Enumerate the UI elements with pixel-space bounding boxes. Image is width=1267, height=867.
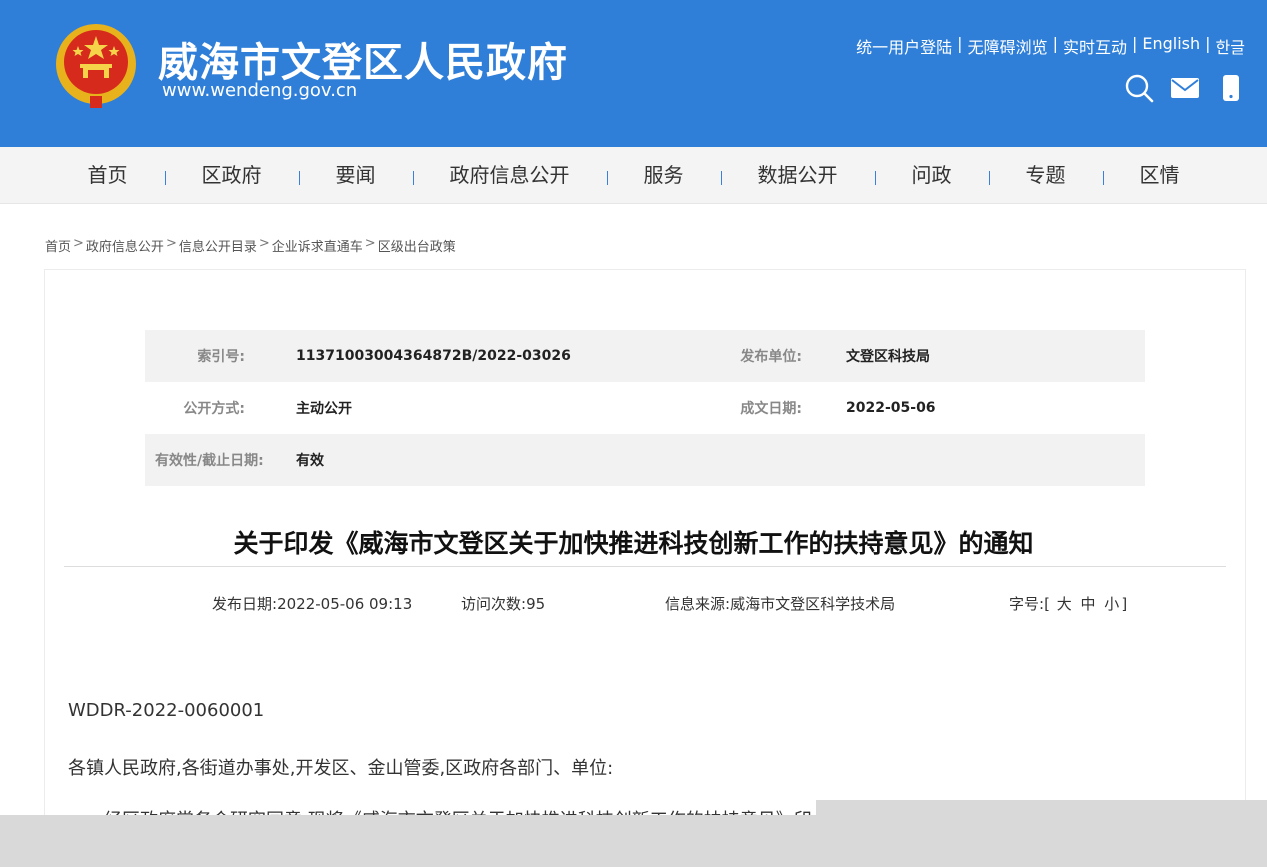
top-links: 统一用户登陆 | 无障碍浏览 | 实时互动 | English | 한글 — [856, 34, 1245, 58]
interaction-link[interactable]: 实时互动 — [1063, 34, 1127, 58]
nav-item-topics[interactable]: 专题 — [988, 147, 1103, 204]
mail-icon[interactable] — [1169, 72, 1201, 104]
breadcrumb: 首页 > 政府信息公开 > 信息公开目录 > 企业诉求直通车 > 区级出台政策 — [45, 236, 456, 255]
nav-item-news[interactable]: 要闻 — [298, 147, 413, 204]
link-separator: | — [1052, 34, 1058, 53]
font-size-bracket-close: ] — [1121, 595, 1128, 613]
link-separator: | — [1131, 34, 1138, 53]
disclosure-method-value: 主动公开 — [296, 401, 352, 417]
title-divider — [64, 566, 1226, 567]
index-number-value: 11371003004364872B/2022-03026 — [296, 348, 571, 364]
validity-label: 有效性/截止日期: — [155, 453, 264, 469]
breadcrumb-info-catalog[interactable]: 信息公开目录 — [179, 236, 257, 255]
info-source: 信息来源:威海市文登区科学技术局 — [665, 593, 895, 614]
main-nav: 首页 区政府 要闻 政府信息公开 服务 数据公开 问政 专题 区情 — [0, 147, 1267, 204]
site-url: www.wendeng.gov.cn — [162, 80, 358, 101]
bottom-overlay — [0, 815, 1267, 867]
document-number: WDDR-2022-0060001 — [68, 700, 265, 721]
nav-item-info-disclosure[interactable]: 政府信息公开 — [412, 147, 607, 204]
korean-link[interactable]: 한글 — [1216, 34, 1245, 58]
breadcrumb-enterprise-channel[interactable]: 企业诉求直通车 — [272, 236, 363, 255]
publisher-value: 文登区科技局 — [846, 349, 930, 365]
national-emblem-icon — [56, 24, 136, 108]
nav-item-open-data[interactable]: 数据公开 — [720, 147, 875, 204]
nav-item-district-info[interactable]: 区情 — [1102, 147, 1217, 204]
nav-item-home[interactable]: 首页 — [51, 147, 165, 204]
breadcrumb-separator: > — [73, 236, 84, 251]
created-date-value: 2022-05-06 — [846, 400, 936, 416]
created-date-label: 成文日期: — [740, 401, 802, 417]
index-number-label: 索引号: — [197, 349, 245, 365]
header-icons — [1123, 72, 1247, 104]
recipients-line: 各镇人民政府,各街道办事处,开发区、金山管委,区政府各部门、单位: — [68, 758, 614, 779]
metadata-table: 索引号: 11371003004364872B/2022-03026 发布单位:… — [145, 330, 1145, 486]
metadata-row: 公开方式: 主动公开 成文日期: 2022-05-06 — [145, 382, 1145, 434]
bottom-overlay-tab — [816, 800, 1267, 816]
publisher-label: 发布单位: — [740, 349, 802, 365]
font-size-control: 字号:[ 大 中 小] — [1009, 593, 1127, 614]
nav-item-district-government[interactable]: 区政府 — [164, 147, 299, 204]
font-size-small-button[interactable]: 小 — [1104, 595, 1119, 613]
info-source-label: 信息来源: — [665, 595, 731, 613]
breadcrumb-separator: > — [165, 236, 177, 251]
publish-date-value: 2022-05-06 09:13 — [277, 595, 413, 613]
breadcrumb-separator: > — [364, 236, 376, 251]
font-size-bracket-open: [ — [1044, 595, 1050, 613]
font-size-large-button[interactable]: 大 — [1057, 595, 1072, 613]
breadcrumb-district-policies[interactable]: 区级出台政策 — [378, 236, 456, 255]
font-size-label: 字号: — [1009, 595, 1045, 613]
breadcrumb-separator: > — [258, 236, 270, 251]
metadata-row: 索引号: 11371003004364872B/2022-03026 发布单位:… — [145, 330, 1145, 382]
visit-count: 访问次数:95 — [461, 593, 545, 614]
validity-value: 有效 — [296, 453, 324, 469]
search-icon[interactable] — [1123, 72, 1155, 104]
site-header: 威海市文登区人民政府 www.wendeng.gov.cn 统一用户登陆 | 无… — [0, 0, 1267, 147]
accessibility-link[interactable]: 无障碍浏览 — [968, 34, 1048, 58]
english-link[interactable]: English — [1142, 34, 1200, 58]
metadata-row: 有效性/截止日期: 有效 — [145, 434, 1145, 486]
article-title: 关于印发《威海市文登区关于加快推进科技创新工作的扶持意见》的通知 — [233, 529, 1034, 558]
link-separator: | — [957, 34, 963, 53]
breadcrumb-home[interactable]: 首页 — [45, 236, 71, 255]
nav-item-inquiry[interactable]: 问政 — [874, 147, 989, 204]
font-size-medium-button[interactable]: 中 — [1081, 595, 1096, 613]
disclosure-method-label: 公开方式: — [183, 401, 245, 417]
link-separator: | — [1205, 34, 1211, 53]
login-link[interactable]: 统一用户登陆 — [856, 34, 952, 58]
visit-count-value: 95 — [526, 595, 546, 613]
publish-date-label: 发布日期: — [212, 595, 278, 613]
nav-item-services[interactable]: 服务 — [606, 147, 721, 204]
mobile-icon[interactable] — [1215, 72, 1247, 104]
breadcrumb-info-disclosure[interactable]: 政府信息公开 — [86, 236, 164, 255]
info-source-value: 威海市文登区科学技术局 — [730, 595, 896, 613]
publish-date: 发布日期:2022-05-06 09:13 — [212, 593, 412, 614]
visit-count-label: 访问次数: — [461, 595, 527, 613]
